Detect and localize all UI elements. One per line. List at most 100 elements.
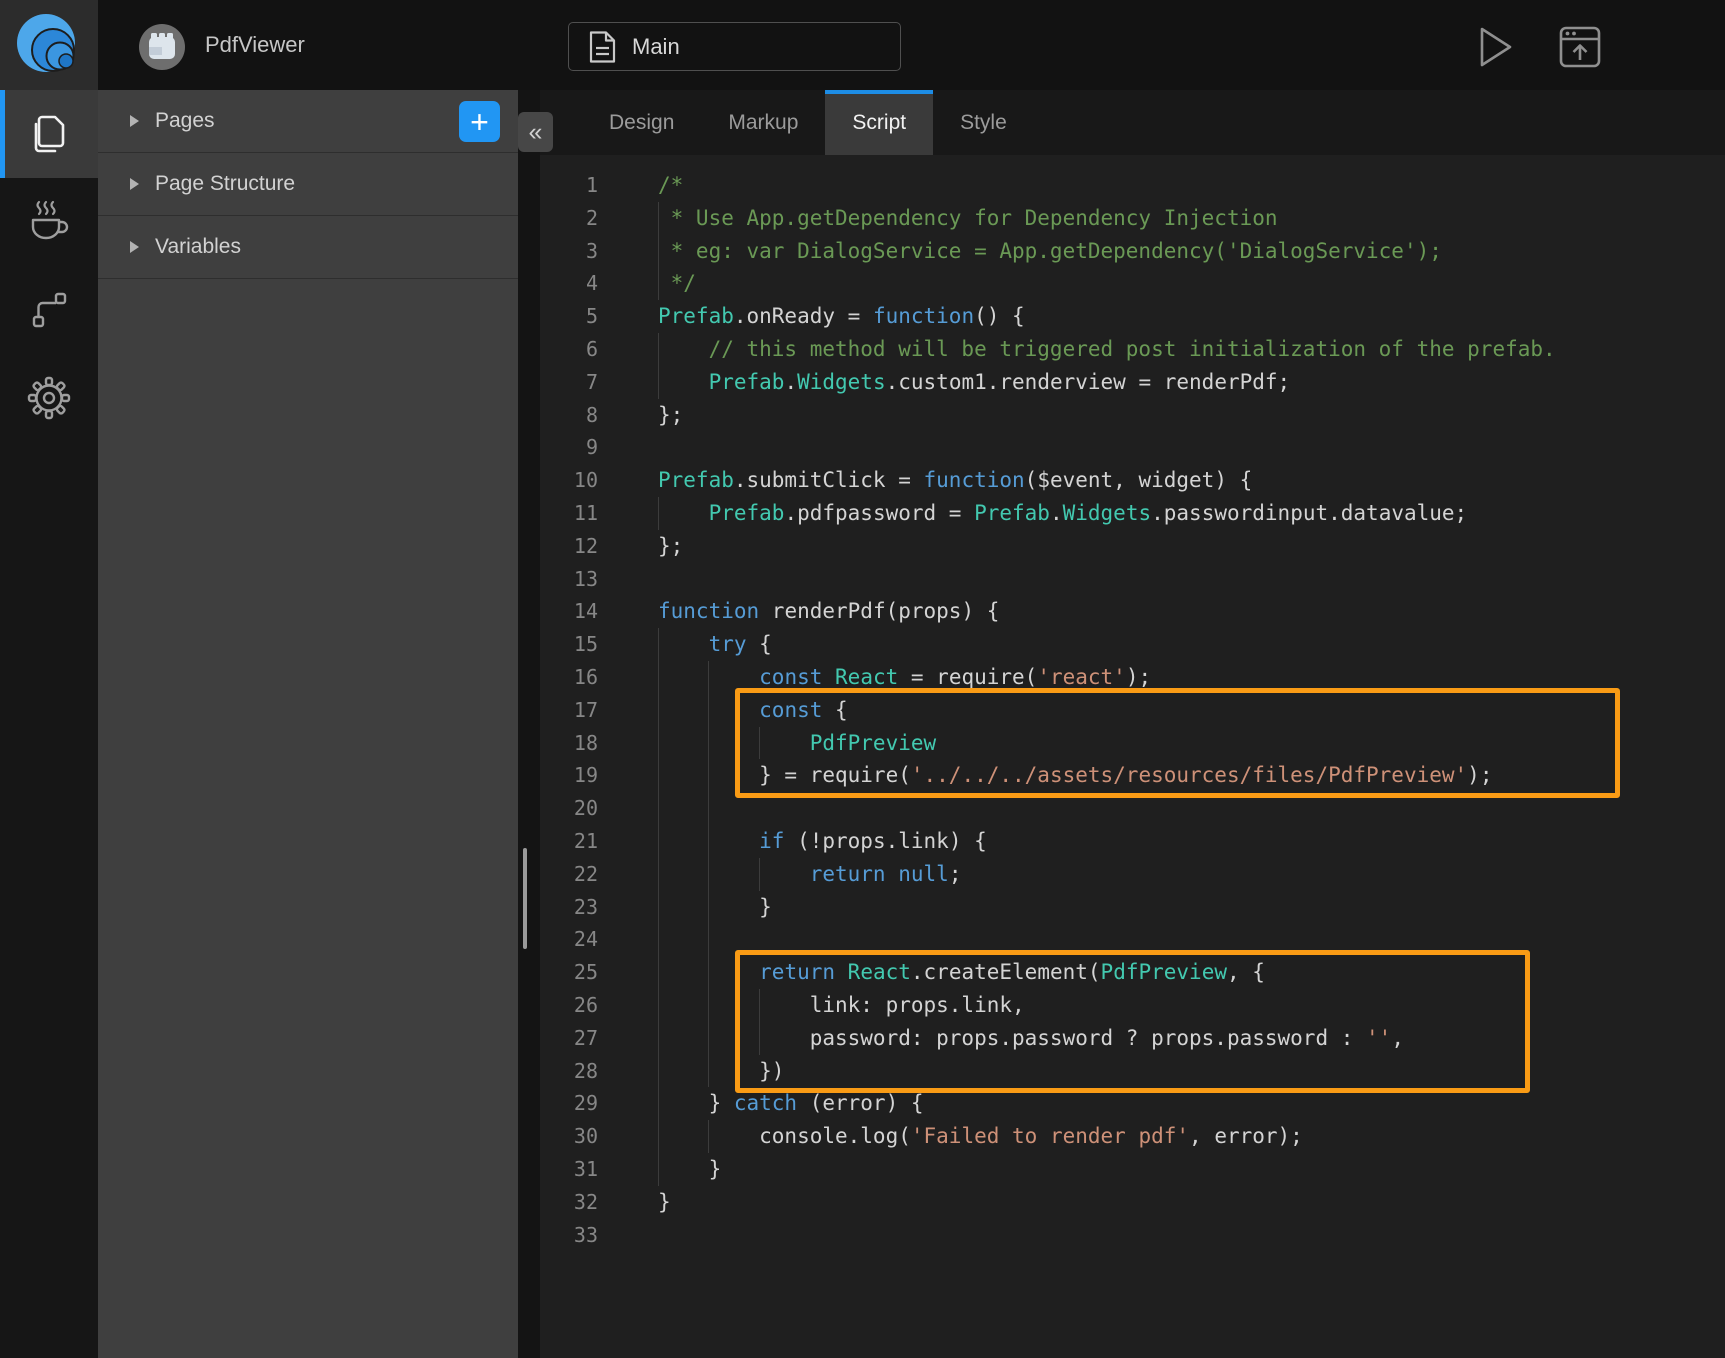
indent-guide — [708, 1022, 709, 1055]
indent-guide — [658, 661, 659, 694]
page-selector[interactable]: Main — [568, 22, 901, 71]
code-line: 13 — [540, 563, 1725, 596]
line-number: 21 — [540, 825, 598, 858]
line-number: 17 — [540, 694, 598, 727]
indent-guide — [658, 858, 659, 891]
code-line: 33 — [540, 1219, 1725, 1252]
indent-guide — [658, 1055, 659, 1088]
sidebar-section-pages[interactable]: Pages + — [98, 90, 518, 153]
indent-guide — [708, 923, 709, 956]
code-line: 4 */ — [540, 267, 1725, 300]
indent-guide — [658, 366, 659, 399]
indent-guide — [658, 792, 659, 825]
line-number: 31 — [540, 1153, 598, 1186]
indent-guide — [658, 956, 659, 989]
tab-style[interactable]: Style — [933, 90, 1034, 155]
indent-guide — [708, 727, 709, 760]
line-number: 13 — [540, 563, 598, 596]
indent-guide — [708, 956, 709, 989]
line-number: 15 — [540, 628, 598, 661]
line-number: 29 — [540, 1087, 598, 1120]
indent-guide — [658, 202, 659, 235]
indent-guide — [658, 1120, 659, 1153]
section-label: Page Structure — [155, 172, 295, 196]
collapse-panel-button[interactable]: « — [518, 112, 553, 152]
line-number: 8 — [540, 399, 598, 432]
line-number: 32 — [540, 1186, 598, 1219]
indent-guide — [658, 497, 659, 530]
script-editor[interactable]: 1/*2 * Use App.getDependency for Depende… — [540, 155, 1725, 1358]
rail-item-connectors[interactable] — [0, 266, 98, 354]
code-line: 19 } = require('../../../assets/resource… — [540, 759, 1725, 792]
chevron-right-icon — [130, 178, 139, 190]
indent-guide — [708, 989, 709, 1022]
tab-script[interactable]: Script — [825, 90, 933, 155]
tab-design[interactable]: Design — [582, 90, 701, 155]
indent-guide — [658, 1022, 659, 1055]
sidebar-section-page-structure[interactable]: Page Structure — [98, 153, 518, 216]
line-number: 26 — [540, 989, 598, 1022]
indent-guide — [658, 333, 659, 366]
code-line: 18 PdfPreview — [540, 727, 1725, 760]
panel-scrollbar[interactable] — [523, 848, 527, 949]
add-page-button[interactable]: + — [459, 101, 500, 142]
export-window-button[interactable] — [1558, 25, 1602, 69]
indent-guide — [658, 1087, 659, 1120]
section-label: Pages — [155, 109, 215, 133]
play-icon — [1478, 26, 1514, 68]
code-line: 11 Prefab.pdfpassword = Prefab.Widgets.p… — [540, 497, 1725, 530]
line-number: 20 — [540, 792, 598, 825]
line-number: 24 — [540, 923, 598, 956]
indent-guide — [658, 891, 659, 924]
rail-item-java-services[interactable] — [0, 178, 98, 266]
code-line: 24 — [540, 923, 1725, 956]
indent-guide — [658, 825, 659, 858]
editor-tabbar: Design Markup Script Style — [540, 90, 1725, 155]
line-number: 2 — [540, 202, 598, 235]
indent-guide — [759, 858, 760, 891]
coffee-java-icon — [26, 200, 72, 244]
indent-guide — [759, 1022, 760, 1055]
indent-guide — [658, 727, 659, 760]
indent-guide — [708, 1055, 709, 1088]
code-line: 30 console.log('Failed to render pdf', e… — [540, 1120, 1725, 1153]
indent-guide — [708, 661, 709, 694]
code-line: 6 // this method will be triggered post … — [540, 333, 1725, 366]
indent-guide — [708, 891, 709, 924]
line-number: 4 — [540, 267, 598, 300]
line-number: 10 — [540, 464, 598, 497]
indent-guide — [658, 267, 659, 300]
line-number: 16 — [540, 661, 598, 694]
sidebar-section-variables[interactable]: Variables — [98, 216, 518, 279]
code-line: 14function renderPdf(props) { — [540, 595, 1725, 628]
rail-item-pages[interactable] — [0, 90, 98, 178]
wavemaker-logo[interactable] — [0, 0, 98, 90]
line-number: 27 — [540, 1022, 598, 1055]
rail-item-settings[interactable] — [0, 354, 98, 442]
code-line: 23 } — [540, 891, 1725, 924]
line-number: 19 — [540, 759, 598, 792]
side-panel: Pages + Page Structure Variables — [98, 90, 518, 1358]
line-number: 3 — [540, 235, 598, 268]
line-number: 30 — [540, 1120, 598, 1153]
prefab-avatar-icon — [138, 23, 186, 71]
code-lines: 1/*2 * Use App.getDependency for Depende… — [540, 155, 1725, 1251]
run-preview-button[interactable] — [1474, 25, 1518, 69]
code-line: 1/* — [540, 169, 1725, 202]
code-line: 31 } — [540, 1153, 1725, 1186]
code-line: 32} — [540, 1186, 1725, 1219]
document-icon — [589, 31, 616, 63]
code-line: 25 return React.createElement(PdfPreview… — [540, 956, 1725, 989]
indent-guide — [658, 759, 659, 792]
app-window: PdfViewer Main — [0, 0, 1725, 1358]
indent-guide — [708, 858, 709, 891]
line-number: 14 — [540, 595, 598, 628]
code-line: 10Prefab.submitClick = function($event, … — [540, 464, 1725, 497]
code-line: 17 const { — [540, 694, 1725, 727]
line-number: 22 — [540, 858, 598, 891]
tab-markup[interactable]: Markup — [701, 90, 825, 155]
line-number: 11 — [540, 497, 598, 530]
app-title: PdfViewer — [205, 32, 305, 58]
wave-logo-icon — [13, 10, 85, 80]
indent-guide — [658, 235, 659, 268]
